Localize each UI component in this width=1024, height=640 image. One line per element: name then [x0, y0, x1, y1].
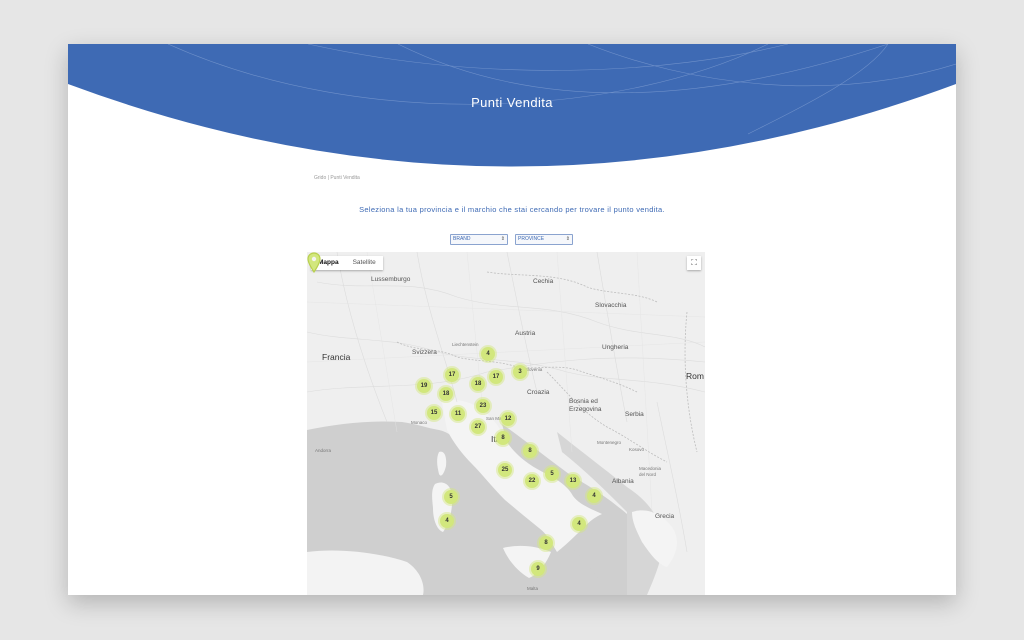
- map-cluster-marker[interactable]: 8: [539, 536, 553, 550]
- map-cluster-marker[interactable]: 23: [476, 399, 490, 413]
- map-label-cechia: Cechia: [533, 278, 554, 285]
- map-cluster-marker[interactable]: 3: [513, 365, 527, 379]
- select-arrows-icon: ⇕: [500, 236, 505, 242]
- map-cluster-marker[interactable]: 4: [481, 347, 495, 361]
- map-cluster-marker[interactable]: 5: [545, 467, 559, 481]
- map-label-albania: Albania: [612, 478, 634, 485]
- map-cluster-marker[interactable]: 17: [445, 368, 459, 382]
- map-label-slovacchia: Slovacchia: [595, 302, 627, 309]
- hero-wave: [68, 44, 956, 167]
- map-cluster-marker[interactable]: 8: [523, 444, 537, 458]
- map-cluster-marker[interactable]: 11: [451, 407, 465, 421]
- map-label-francia: Francia: [322, 352, 351, 362]
- map-cluster-marker[interactable]: 25: [498, 463, 512, 477]
- map-label-lussemburgo: Lussemburgo: [371, 276, 411, 283]
- map-cluster-marker[interactable]: 12: [501, 412, 515, 426]
- map-label-slovenia: Slovenia: [525, 367, 543, 372]
- map-label-bosnia: Bosnia ed Erzegovina: [569, 398, 602, 413]
- map-label-grecia: Grecia: [655, 513, 675, 520]
- brand-select[interactable]: BRAND ⇕: [450, 234, 508, 245]
- breadcrumb-current: Punti Vendita: [330, 175, 360, 181]
- map-cluster-marker[interactable]: 4: [587, 489, 601, 503]
- store-map[interactable]: Mappa Satellite ⛶ Lussemburgo Cechia Slo…: [307, 252, 705, 595]
- map-label-austria: Austria: [515, 330, 536, 337]
- breadcrumb-separator: |: [327, 175, 329, 181]
- province-select-value: PROVINCE: [518, 236, 545, 242]
- map-cluster-marker[interactable]: 4: [440, 514, 454, 528]
- map-pin-icon[interactable]: [307, 252, 321, 274]
- map-label-andorra: Andorra: [315, 448, 332, 453]
- intro-text: Seleziona la tua provincia e il marchio …: [359, 205, 665, 214]
- map-cluster-marker[interactable]: 9: [531, 562, 545, 576]
- map-label-montenegro: Montenegro: [597, 440, 622, 445]
- map-label-serbia: Serbia: [625, 411, 644, 418]
- hero-banner: Punti Vendita: [68, 44, 956, 179]
- fullscreen-icon[interactable]: ⛶: [687, 256, 701, 270]
- filter-bar: BRAND ⇕ PROVINCE ⇕: [450, 234, 582, 245]
- breadcrumb-home-link[interactable]: Grido: [314, 175, 326, 181]
- map-label-liechtenstein: Liechtenstein: [452, 342, 479, 347]
- map-type-control: Mappa Satellite: [311, 256, 383, 270]
- map-label-ungheria: Ungheria: [602, 344, 629, 351]
- map-label-monaco: Monaco: [411, 420, 428, 425]
- map-label-romania: Rom: [686, 371, 704, 381]
- map-cluster-marker[interactable]: 5: [444, 490, 458, 504]
- map-cluster-marker[interactable]: 19: [417, 379, 431, 393]
- map-cluster-marker[interactable]: 18: [439, 387, 453, 401]
- map-label-croazia: Croazia: [527, 389, 550, 396]
- map-label-macedonia: Macedonia del Nord: [639, 466, 662, 477]
- map-cluster-marker[interactable]: 8: [496, 431, 510, 445]
- map-label-malta: Malta: [527, 586, 539, 591]
- page-title: Punti Vendita: [471, 95, 553, 110]
- map-cluster-marker[interactable]: 22: [525, 474, 539, 488]
- map-cluster-marker[interactable]: 27: [471, 420, 485, 434]
- map-cluster-marker[interactable]: 17: [489, 370, 503, 384]
- map-label-svizzera: Svizzera: [412, 349, 437, 356]
- map-cluster-marker[interactable]: 13: [566, 474, 580, 488]
- map-label-kosovo: Kosovo: [629, 447, 645, 452]
- breadcrumb: Grido | Punti Vendita: [314, 175, 360, 181]
- page: Punti Vendita Grido | Punti Vendita Sele…: [68, 44, 956, 595]
- province-select[interactable]: PROVINCE ⇕: [515, 234, 573, 245]
- map-cluster-marker[interactable]: 18: [471, 377, 485, 391]
- brand-select-value: BRAND: [453, 236, 471, 242]
- select-arrows-icon: ⇕: [565, 236, 570, 242]
- map-cluster-marker[interactable]: 15: [427, 406, 441, 420]
- map-cluster-marker[interactable]: 4: [572, 517, 586, 531]
- map-type-satellite-button[interactable]: Satellite: [346, 256, 383, 270]
